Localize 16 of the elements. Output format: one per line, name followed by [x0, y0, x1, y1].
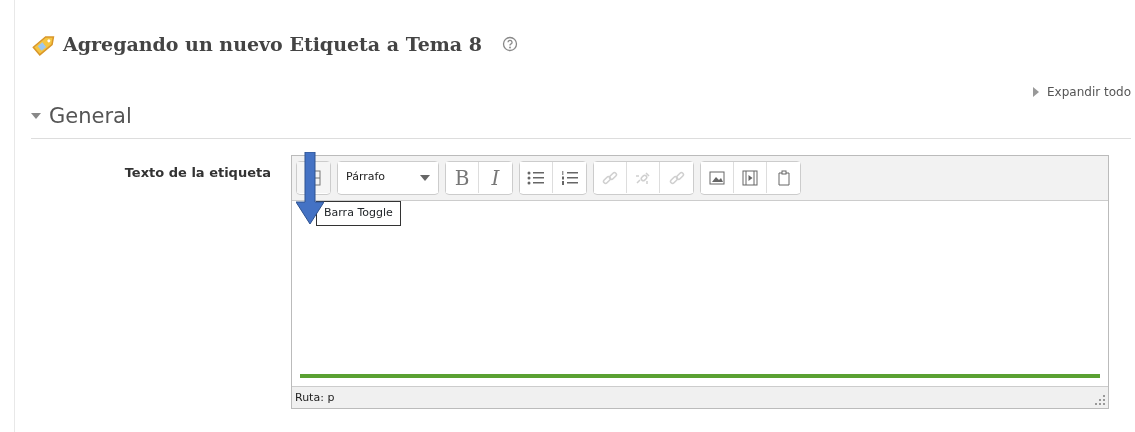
help-icon[interactable] — [502, 36, 518, 53]
resize-handle-icon[interactable] — [1095, 395, 1105, 405]
bullets-icon[interactable] — [520, 162, 553, 193]
expand-all-link[interactable]: Expandir todo — [1033, 82, 1131, 101]
caret-icon — [420, 174, 430, 181]
field-label: Texto de la etiqueta — [123, 164, 272, 182]
tooltip: Barra Toggle — [316, 201, 401, 226]
caret-icon — [1033, 86, 1040, 97]
section-toggle[interactable]: General — [31, 100, 132, 132]
bold-button[interactable]: B — [446, 162, 479, 193]
image-icon[interactable] — [701, 162, 734, 193]
down-arrow-icon — [296, 152, 324, 224]
paragraph-dropdown[interactable]: Párrafo — [338, 162, 438, 193]
path-status: Ruta: p — [295, 390, 335, 405]
caret-icon — [31, 113, 41, 120]
page-title: Agregando un nuevo Etiqueta a Tema 8 — [63, 32, 482, 57]
